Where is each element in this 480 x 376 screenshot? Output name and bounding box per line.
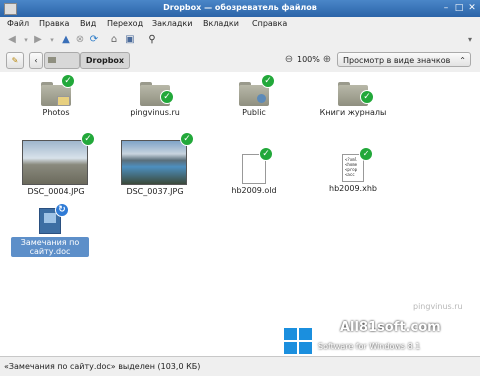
close-icon[interactable]: ✕ [466,2,478,14]
menu-bookmarks[interactable]: Закладки [152,19,192,28]
image-thumbnail [121,140,187,185]
item-label: Книги журналы [319,108,387,117]
forward-dropdown-icon[interactable]: ▾ [46,34,58,46]
item-label: hb2009.old [231,186,277,195]
status-bar: «Замечания по сайту.doc» выделен (103,0 … [0,356,480,376]
breadcrumb-current[interactable]: Dropbox [80,52,130,69]
sync-ok-icon: ✓ [261,74,275,88]
item-label: hb2009.xhb [329,184,377,193]
file-item[interactable]: ✓ Public [209,74,299,117]
view-mode-value: Просмотр в виде значков [343,56,451,65]
document-image [44,213,56,223]
file-item[interactable]: <?xml <home <prop <acc ✓ hb2009.xhb [308,147,398,193]
sync-ok-icon: ✓ [160,90,174,104]
menu-view[interactable]: Вид [80,19,96,28]
file-item[interactable]: ✓ pingvinus.ru [110,82,200,117]
location-toggle-icon[interactable]: ✎ [6,52,24,69]
minimize-icon[interactable]: – [440,2,452,14]
sync-ok-icon: ✓ [359,147,373,161]
menu-file[interactable]: Файл [7,19,29,28]
syncing-icon: ↻ [55,203,69,217]
item-label: Photos [42,108,70,117]
folder-icon: ✓ [338,82,374,106]
status-text: «Замечания по сайту.doc» выделен (103,0 … [4,362,201,371]
folder-icon: ✓ [239,74,275,106]
site-watermark: pingvinus.ru [413,302,463,311]
menu-tabs[interactable]: Вкладки [203,19,239,28]
sync-ok-icon: ✓ [61,74,75,88]
home-icon[interactable]: ⌂ [108,34,120,46]
photo-emblem-icon [57,96,70,106]
file-item-selected[interactable]: ↻ Замечания по сайту.doc [11,203,89,257]
file-item[interactable]: ✓ DSC_0037.JPG [110,132,200,196]
sync-ok-icon: ✓ [180,132,194,146]
toolbar: ◀ ▾ ▶ ▾ ▲ ⊗ ⟳ ⌂ ▣ ⚲ ▾ [0,32,480,49]
maximize-icon[interactable]: □ [453,2,465,14]
location-bar: ✎ ‹ Dropbox ⊖ 100% ⊕ Просмотр в виде зна… [0,48,480,73]
toolbar-handle-icon[interactable]: ▾ [464,34,476,46]
folder-icon [48,57,56,63]
file-item[interactable]: ✓ Книги журналы [308,82,398,117]
file-item[interactable]: ✓ DSC_0004.JPG [11,132,101,196]
chevron-updown-icon: ⌃ [459,56,466,65]
sync-ok-icon: ✓ [259,147,273,161]
zoom-in-icon[interactable]: ⊕ [321,54,333,66]
globe-icon [257,94,266,103]
menu-go[interactable]: Переход [107,19,143,28]
title-bar: Dropbox — обозреватель файлов – □ ✕ [0,0,480,17]
item-label: Замечания по сайту.doc [11,237,89,257]
forward-icon[interactable]: ▶ [32,34,44,46]
back-dropdown-icon[interactable]: ▾ [20,34,32,46]
folder-icon: ✓ [140,82,174,106]
sync-ok-icon: ✓ [81,132,95,146]
image-thumbnail [22,140,88,185]
folder-icon: ✓ [41,74,75,106]
computer-icon[interactable]: ▣ [124,34,136,46]
zoom-out-icon[interactable]: ⊖ [283,54,295,66]
watermark-tagline: Software for Windows 8.1 [318,342,421,351]
file-item[interactable]: ✓ hb2009.old [209,147,299,195]
preview-line: <acc [345,172,355,177]
stop-icon[interactable]: ⊗ [74,34,86,46]
breadcrumb-left-icon[interactable]: ‹ [29,52,43,69]
up-icon[interactable]: ▲ [60,34,72,46]
window-title: Dropbox — обозреватель файлов [163,3,317,12]
item-label: Public [242,108,266,117]
file-item[interactable]: ✓ Photos [11,74,101,117]
back-icon[interactable]: ◀ [6,34,18,46]
search-icon[interactable]: ⚲ [146,34,158,46]
menu-edit[interactable]: Правка [39,19,69,28]
windows-logo-icon [284,328,314,356]
item-label: pingvinus.ru [130,108,180,117]
item-label: DSC_0004.JPG [27,187,85,196]
zoom-level: 100% [297,55,320,64]
menu-bar: Файл Правка Вид Переход Закладки Вкладки… [0,17,480,33]
file-icon: ✓ [242,147,273,184]
icon-view[interactable]: ✓ Photos ✓ pingvinus.ru ✓ Public ✓ Книги… [0,72,480,356]
watermark-title: All81soft.com [340,320,441,335]
menu-help[interactable]: Справка [252,19,287,28]
xml-file-icon: <?xml <home <prop <acc ✓ [342,147,373,182]
reload-icon[interactable]: ⟳ [88,34,100,46]
item-label: DSC_0037.JPG [126,187,184,196]
sync-ok-icon: ✓ [360,90,374,104]
breadcrumb-parent[interactable] [44,52,80,69]
document-icon: ↻ [39,203,69,234]
view-mode-select[interactable]: Просмотр в виде значков ⌃ [337,52,471,67]
